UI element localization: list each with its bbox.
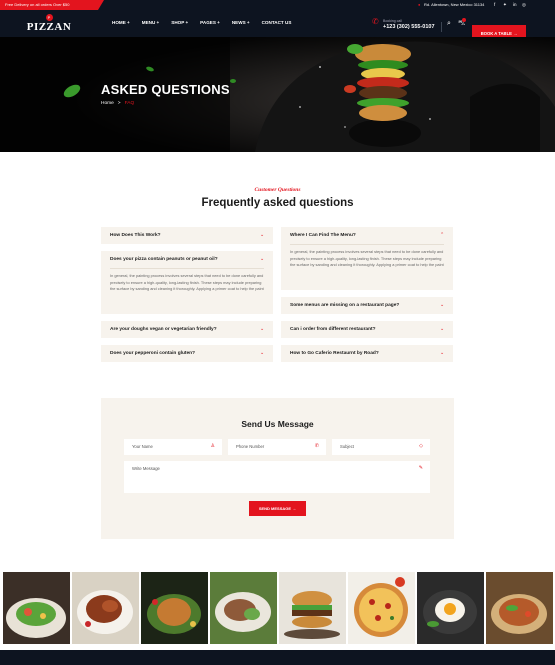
facebook-icon[interactable]: f	[494, 2, 495, 8]
faq-question: How to Go Caferio Restaurnt by Road?	[290, 351, 379, 356]
chevron-down-icon: ⌄	[260, 256, 265, 262]
message-placeholder: Write Message	[132, 466, 160, 471]
twitter-icon[interactable]: ✦	[503, 2, 507, 8]
phone-field[interactable]: Phone Number ✆	[228, 439, 326, 455]
location-icon: ●	[418, 2, 421, 7]
instagram-icon[interactable]: ◎	[522, 2, 526, 8]
faq-answer: In general, the painting process involve…	[110, 273, 264, 292]
pizza-image[interactable]	[348, 572, 415, 644]
roast-chicken-image[interactable]	[72, 572, 139, 644]
phone-icon: ✆	[372, 17, 379, 26]
faq-question: Does your pizza contain peanuts or peanu…	[110, 257, 218, 262]
chevron-down-icon: ⌄	[440, 350, 445, 356]
nav-pages[interactable]: PAGES +	[200, 20, 220, 25]
faq-item[interactable]: Some menus are missing on a restaurant p…	[281, 297, 453, 314]
name-field[interactable]: Your Name ♙	[124, 439, 222, 455]
subject-placeholder: Subject	[340, 444, 354, 449]
logo-text: PIZZAN	[26, 21, 72, 33]
faq-divider	[290, 244, 444, 245]
chevron-down-icon: ⌄	[260, 350, 265, 356]
breadcrumb: Home > FAQ	[101, 101, 134, 106]
chevron-down-icon: ⌄	[440, 302, 445, 308]
faq-question: Does your pepperoni contain gluten?	[110, 351, 196, 356]
chevron-up-icon: ⌃	[440, 232, 445, 238]
food-gallery	[0, 572, 555, 644]
faq-item-open[interactable]: Where I Can Find The Menu? ⌃ In general,…	[281, 227, 453, 290]
hero-background-image	[0, 37, 555, 152]
user-icon: ♙	[210, 443, 215, 449]
address-text: Rd. Allentown, New Mexico 31134	[424, 2, 485, 7]
roast-turkey-image[interactable]	[141, 572, 208, 644]
faq-answer: In general, the painting process involve…	[290, 249, 444, 268]
sliced-meat-image[interactable]	[210, 572, 277, 644]
faq-item[interactable]: How to Go Caferio Restaurnt by Road? ⌄	[281, 345, 453, 362]
page-title: ASKED QUESTIONS	[101, 82, 230, 97]
faq-divider	[110, 268, 264, 269]
faq-question: Are your doughs vegan or vegetarian frie…	[110, 327, 217, 332]
section-title: Frequently asked questions	[201, 197, 354, 209]
faq-question: How Does This Work?	[110, 233, 161, 238]
faq-question: Where I Can Find The Menu?	[290, 233, 356, 238]
linkedin-icon[interactable]: in	[513, 2, 517, 8]
breadcrumb-current: FAQ	[124, 101, 135, 106]
logo[interactable]: P PIZZAN	[24, 14, 74, 37]
main-header: P PIZZAN HOME + MENU + SHOP + PAGES + NE…	[0, 10, 555, 42]
message-field[interactable]: Write Message ✎	[124, 461, 430, 493]
nav-shop[interactable]: SHOP +	[171, 20, 188, 25]
breadcrumb-home[interactable]: Home	[101, 101, 114, 106]
chevron-down-icon: ⌄	[260, 326, 265, 332]
faq-item-open[interactable]: Does your pizza contain peanuts or peanu…	[101, 251, 273, 314]
main-nav: HOME + MENU + SHOP + PAGES + NEWS + CONT…	[112, 20, 291, 25]
noodle-bowl-image[interactable]	[486, 572, 553, 644]
nav-menu[interactable]: MENU +	[142, 20, 160, 25]
top-bar: Free Delivery on all orders Over $50 ● R…	[0, 0, 555, 10]
fried-egg-image[interactable]	[417, 572, 484, 644]
nav-home[interactable]: HOME +	[112, 20, 130, 25]
nav-contact[interactable]: CONTACT US	[262, 20, 292, 25]
name-placeholder: Your Name	[132, 444, 153, 449]
contact-form: Send Us Message Your Name ♙ Phone Number…	[101, 398, 454, 539]
page-hero	[0, 37, 555, 152]
breadcrumb-separator: >	[117, 101, 121, 106]
phone-icon: ✆	[314, 443, 319, 449]
phone-label: Booking call	[383, 19, 402, 23]
search-icon[interactable]: ⌕	[447, 20, 451, 28]
faq-question: Some menus are missing on a restaurant p…	[290, 303, 400, 308]
tag-icon: ◇	[419, 443, 423, 449]
nav-news[interactable]: NEWS +	[232, 20, 250, 25]
section-kicker: Customer Questions	[254, 187, 301, 193]
salad-image[interactable]	[3, 572, 70, 644]
faq-item[interactable]: How Does This Work? ⌄	[101, 227, 273, 244]
faq-item[interactable]: Does your pepperoni contain gluten? ⌄	[101, 345, 273, 362]
phone-placeholder: Phone Number	[236, 444, 265, 449]
logo-badge: P	[45, 14, 53, 21]
send-message-button[interactable]: SEND MESSAGE →	[249, 501, 306, 516]
chevron-down-icon: ⌄	[260, 232, 265, 238]
faq-item[interactable]: Can i order from different restaurant? ⌄	[281, 321, 453, 338]
burger-image[interactable]	[279, 572, 346, 644]
chevron-down-icon: ⌄	[440, 326, 445, 332]
cart-count-badge	[462, 18, 466, 22]
faq-item[interactable]: Are your doughs vegan or vegetarian frie…	[101, 321, 273, 338]
form-title: Send Us Message	[241, 419, 314, 429]
footer	[0, 650, 555, 665]
pencil-icon: ✎	[418, 465, 423, 471]
header-divider	[441, 22, 442, 32]
faq-question: Can i order from different restaurant?	[290, 327, 376, 332]
promo-text: Free Delivery on all orders Over $50	[5, 2, 70, 7]
phone-number[interactable]: +123 (302) 555-0107	[383, 24, 435, 30]
subject-field[interactable]: Subject ◇	[332, 439, 430, 455]
